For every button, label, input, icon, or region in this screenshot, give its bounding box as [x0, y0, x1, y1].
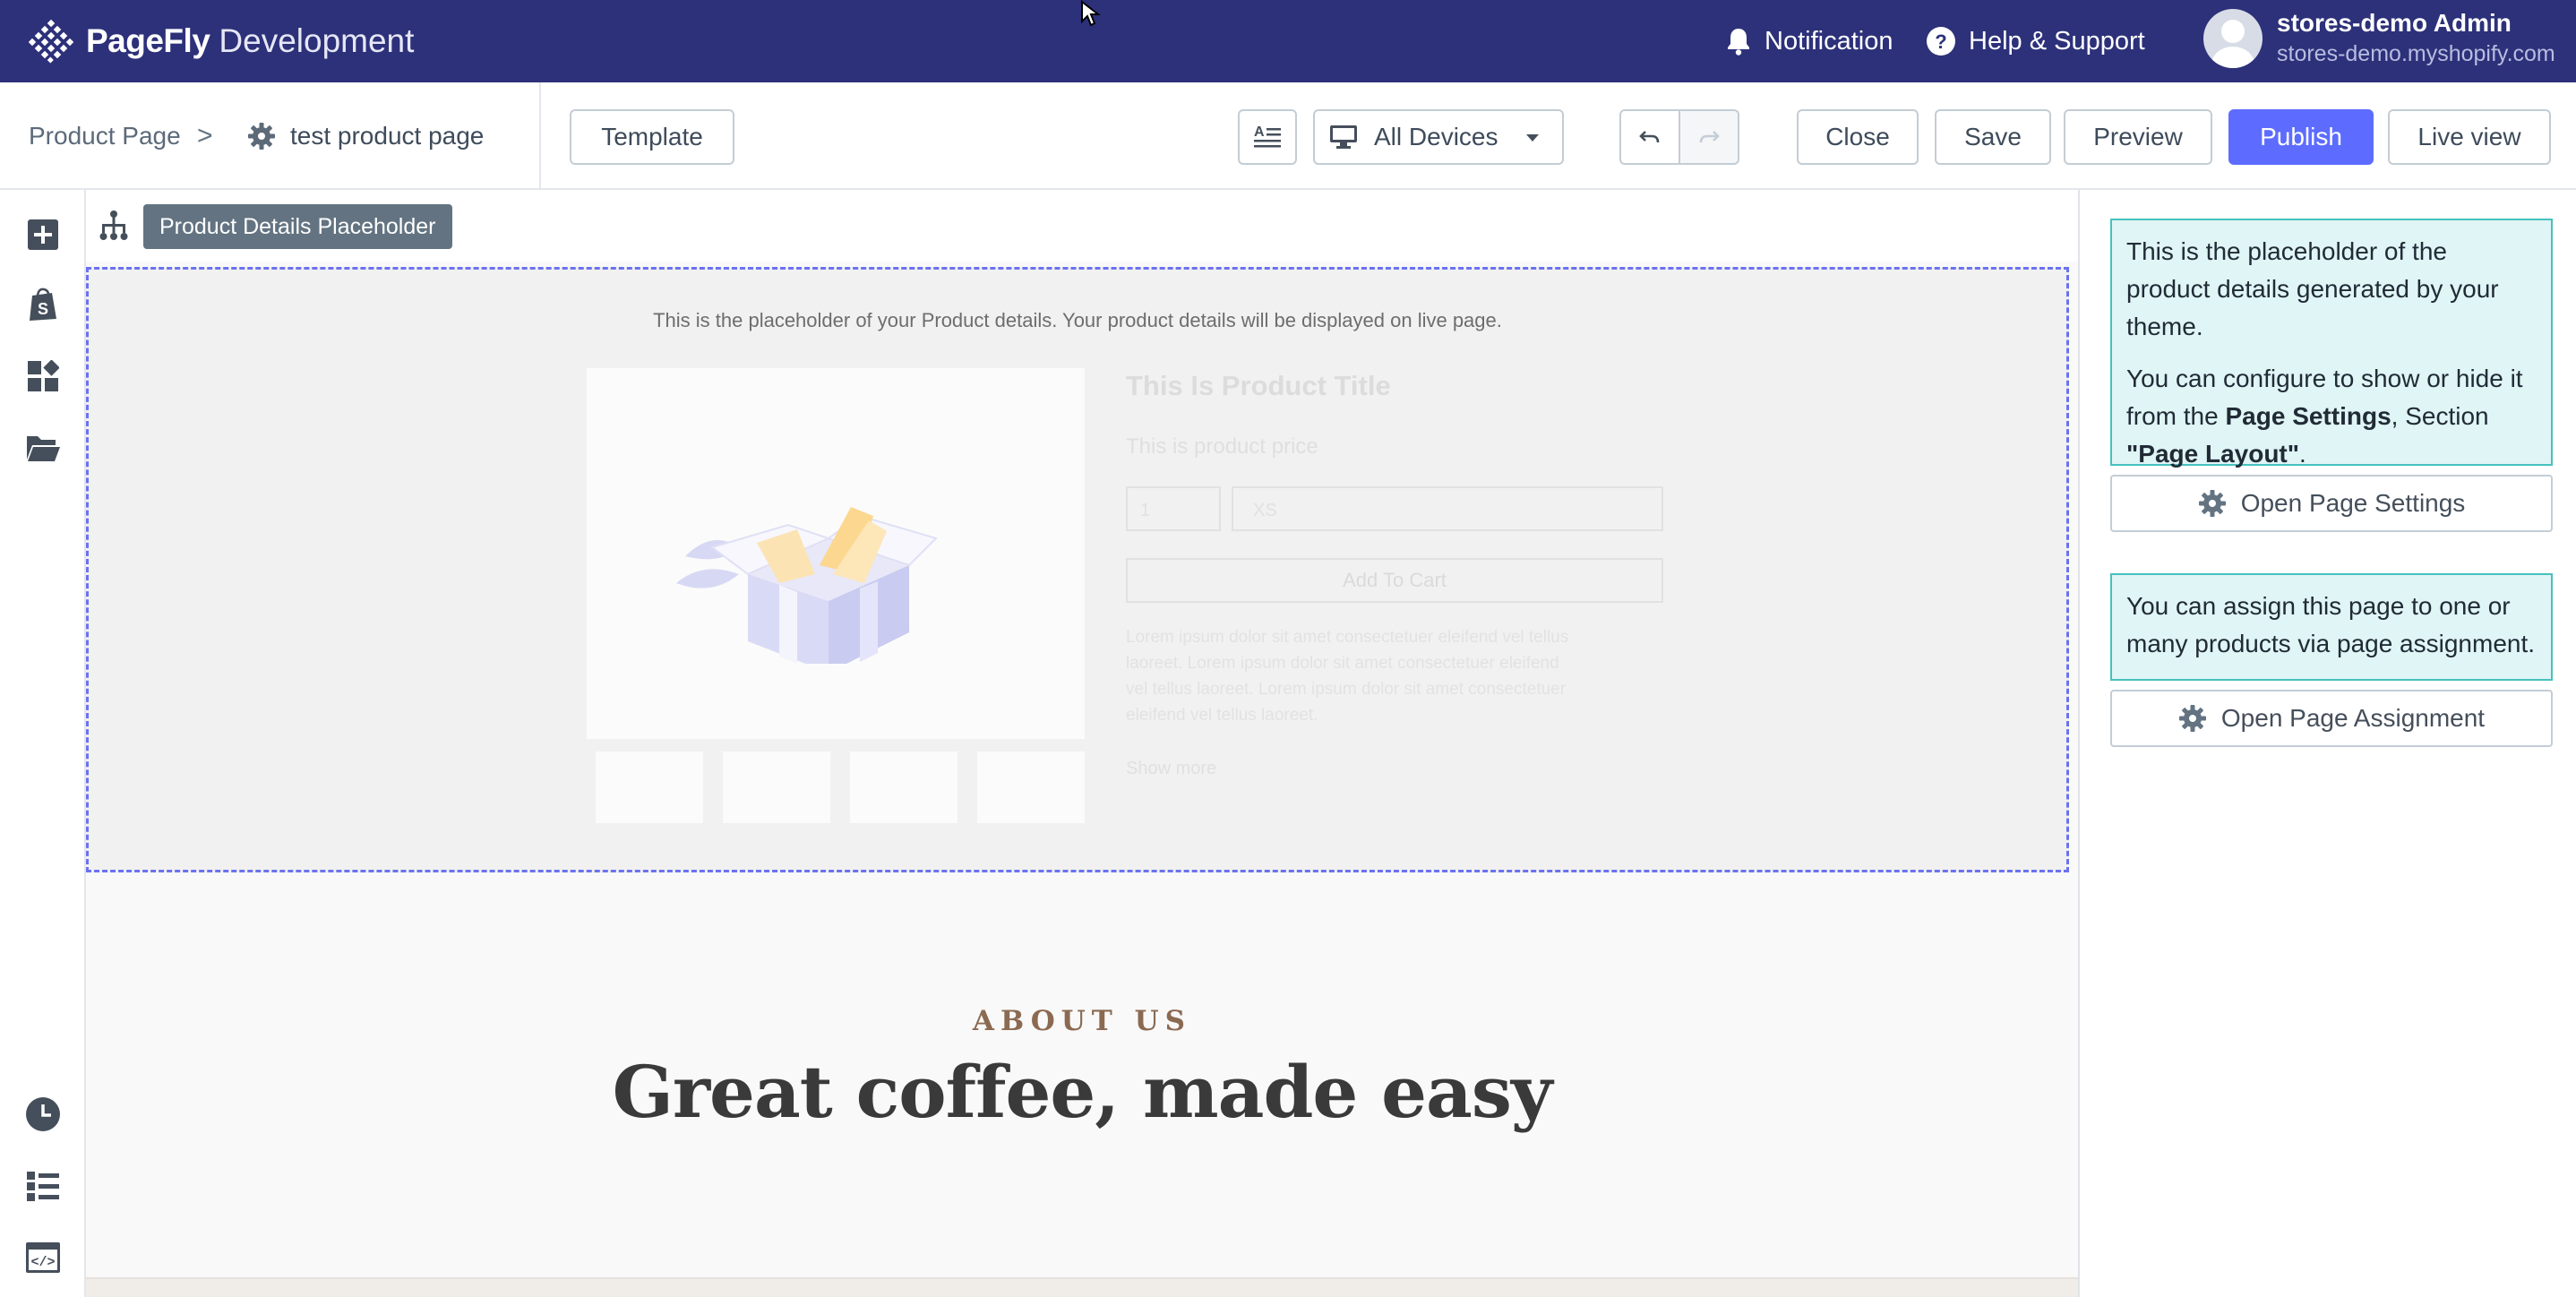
help-label: Help & Support: [1969, 26, 2145, 56]
assignment-info-box: You can assign this page to one or many …: [2110, 573, 2553, 681]
shopify-icon[interactable]: S: [25, 287, 61, 322]
placeholder-description: Lorem ipsum dolor sit amet consectetuer …: [1126, 628, 1569, 725]
add-element-icon[interactable]: [25, 217, 61, 253]
info-text-1: This is the placeholder of the product d…: [2126, 237, 2499, 340]
placeholder-product-price: This is product price: [1126, 434, 1318, 459]
close-button[interactable]: Close: [1797, 109, 1919, 165]
folder-icon[interactable]: [25, 430, 61, 466]
live-view-button[interactable]: Live view: [2388, 109, 2551, 165]
open-page-settings-button[interactable]: Open Page Settings: [2110, 475, 2553, 532]
next-section-edge: [86, 1277, 2078, 1297]
breadcrumb-current-page[interactable]: test product page: [247, 82, 484, 190]
about-us-label: ABOUT US: [972, 1005, 1192, 1037]
user-name[interactable]: stores-demo Admin: [2277, 9, 2512, 38]
open-page-settings-label: Open Page Settings: [2240, 489, 2466, 517]
placeholder-product-title: This Is Product Title: [1126, 370, 1391, 401]
gear-icon: [2198, 490, 2226, 517]
avatar[interactable]: [2203, 9, 2263, 68]
notification-link[interactable]: Notification: [1725, 21, 1893, 61]
device-select-value: All Devices: [1374, 123, 1498, 150]
chevron-down-icon: [1526, 134, 1539, 142]
svg-text:S: S: [38, 300, 48, 318]
save-button[interactable]: Save: [1935, 109, 2051, 165]
gear-icon: [2178, 705, 2206, 732]
redo-button[interactable]: [1679, 109, 1739, 165]
text-format-button[interactable]: A: [1238, 109, 1297, 165]
custom-code-icon[interactable]: </>: [25, 1240, 61, 1276]
canvas-header: Product Details Placeholder: [86, 190, 2078, 262]
selected-element-chip[interactable]: Product Details Placeholder: [143, 204, 452, 249]
editor-canvas[interactable]: Product Details Placeholder This is the …: [86, 190, 2078, 1297]
thumbnail-3: [850, 752, 957, 823]
placeholder-note: This is the placeholder of your Product …: [653, 309, 1502, 331]
publish-button[interactable]: Publish: [2228, 109, 2374, 165]
brand-name: PageFly: [86, 22, 210, 59]
template-button[interactable]: Template: [570, 109, 734, 165]
placeholder-info-box: This is the placeholder of the product d…: [2110, 219, 2553, 468]
thumbnail-4: [977, 752, 1085, 823]
redo-icon: [1699, 131, 1720, 143]
thumbnail-1: [596, 752, 703, 823]
thumbnail-2: [723, 752, 830, 823]
brand-suffix: Development: [219, 22, 415, 59]
open-page-assignment-button[interactable]: Open Page Assignment: [2110, 690, 2553, 747]
open-page-assignment-label: Open Page Assignment: [2220, 704, 2486, 732]
placeholder-variant-select: XS: [1232, 486, 1663, 531]
pagefly-logo-icon: [29, 19, 73, 64]
undo-button[interactable]: [1619, 109, 1680, 165]
undo-icon: [1639, 131, 1660, 143]
open-box-illustration-icon: [676, 507, 938, 664]
brand[interactable]: PageFly Development: [29, 18, 414, 64]
widgets-icon[interactable]: [25, 358, 61, 394]
notification-label: Notification: [1765, 26, 1893, 56]
bell-icon: [1728, 29, 1749, 56]
preview-button[interactable]: Preview: [2064, 109, 2212, 165]
page-outline-icon[interactable]: [25, 1168, 61, 1204]
placeholder-add-to-cart: Add To Cart: [1126, 558, 1663, 603]
svg-text:A: A: [1254, 125, 1265, 140]
placeholder-quantity-field: 1: [1126, 486, 1221, 531]
product-details-placeholder[interactable]: This is the placeholder of your Product …: [86, 267, 2069, 872]
text-align-icon: A: [1254, 125, 1281, 148]
svg-text:</>: </>: [30, 1255, 55, 1270]
breadcrumb-product-page[interactable]: Product Page: [29, 82, 181, 190]
desktop-icon: [1330, 125, 1357, 149]
user-silhouette-icon: [2211, 20, 2254, 68]
info-text-2: You can configure to show or hide it fro…: [2126, 365, 2523, 468]
top-bar: PageFly Development Notification ? Help …: [0, 0, 2576, 82]
user-store: stores-demo.myshopify.com: [2277, 41, 2555, 66]
left-sidebar: S </>: [0, 190, 86, 1297]
breadcrumb-separator: >: [197, 121, 213, 150]
help-circle-icon: ?: [1927, 27, 1955, 56]
toolbar-divider: [539, 82, 541, 190]
gear-icon: [248, 123, 275, 150]
history-icon[interactable]: [25, 1096, 61, 1132]
help-support-link[interactable]: ? Help & Support: [1926, 21, 2145, 61]
about-heading: Great coffee, made easy: [612, 1050, 1553, 1134]
mouse-cursor-icon: [1081, 0, 1101, 27]
svg-text:?: ?: [1935, 30, 1946, 53]
current-page-name: test product page: [290, 122, 485, 150]
device-select[interactable]: All Devices: [1313, 109, 1564, 165]
element-tree-icon[interactable]: [99, 210, 129, 242]
editor-toolbar: Product Page > test product page Templat…: [0, 82, 2576, 190]
placeholder-show-more: Show more: [1126, 759, 1217, 778]
product-image-placeholder: [587, 368, 1085, 739]
inspector-panel: This is the placeholder of the product d…: [2078, 190, 2576, 1297]
assignment-info-text: You can assign this page to one or many …: [2126, 592, 2536, 657]
